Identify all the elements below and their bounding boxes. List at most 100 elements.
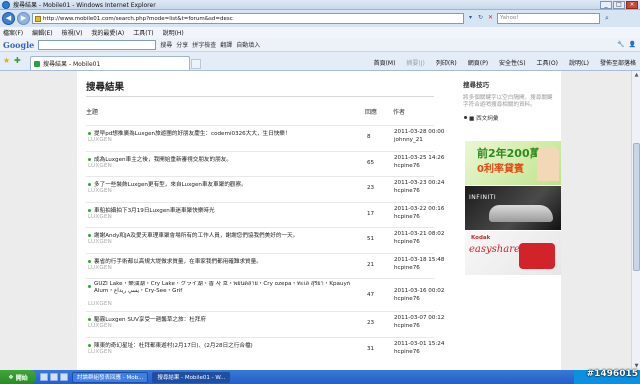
vertical-scrollbar[interactable]: ▲ ▼ [631, 71, 640, 370]
result-date: 2011-03-21 08:02 [394, 231, 445, 237]
google-translate-button[interactable]: 翻譯 [220, 40, 232, 49]
search-icon[interactable]: ⌕ [602, 14, 612, 24]
menu-edit[interactable]: 編輯(E) [32, 28, 52, 37]
cmd-page[interactable]: 網頁(P) [468, 58, 488, 67]
google-share-button[interactable]: 分享 [176, 40, 188, 49]
result-author-link[interactable]: johnny_21 [394, 137, 423, 143]
result-author-link[interactable]: hcpine76 [394, 239, 420, 245]
cmd-home[interactable]: 首頁(M) [374, 58, 396, 67]
result-title-link[interactable]: 陳東的奇幻星址：杜拜都東遊村(2月17日)、(2月28日之行合檔) [94, 341, 358, 349]
result-forum-link[interactable]: LUXGEN [88, 163, 112, 169]
google-search-button[interactable]: 搜尋 [160, 40, 172, 49]
result-forum-link[interactable]: LUXGEN [88, 239, 112, 245]
loan-ad-banner[interactable]: 前2年200萬 0利率貸賓 [465, 141, 561, 185]
google-autofill-button[interactable]: 自動填入 [236, 40, 260, 49]
menu-favorites[interactable]: 我的最愛(A) [91, 28, 124, 37]
mobile01-favicon-icon [34, 60, 40, 67]
taskbar-item-label: 搜尋結果 - Mobile01 - W... [157, 375, 226, 381]
result-author-link[interactable]: hcpine76 [394, 265, 420, 271]
scroll-up-icon[interactable]: ▲ [633, 71, 640, 79]
result-forum-link[interactable]: LUXGEN [88, 323, 112, 329]
camera-ad-banner[interactable]: Kodak easyshare [465, 231, 561, 275]
url-input[interactable]: http://www.mobile01.com/search.php?mode=… [32, 13, 464, 24]
tips-link[interactable]: ■ 西文詞彙 [463, 114, 561, 122]
result-row: GUZI Lake・樂油湖・Cry Lake・クライ湖・香 자 호・พยนตล่… [86, 278, 444, 311]
stop-icon[interactable]: ✕ [486, 14, 495, 23]
google-spellcheck-button[interactable]: 拼字檢查 [192, 40, 216, 49]
search-input[interactable]: Yahoo! [497, 13, 600, 24]
new-tab-button[interactable] [191, 59, 201, 69]
result-author-link[interactable]: hcpine76 [394, 214, 420, 220]
forward-button[interactable]: ▶ [17, 12, 30, 25]
result-date: 2011-03-16 00:02 [394, 288, 445, 294]
result-title-link[interactable]: 車船拍攝拍下3月19日Luxgen車迷車聚快樂時光 [94, 206, 358, 214]
google-logo: Google [3, 39, 35, 50]
add-favorites-icon[interactable]: ✚ [14, 57, 21, 65]
result-author-link[interactable]: hcpine76 [394, 163, 420, 169]
result-replies: 23 [367, 320, 375, 326]
quick-launch-ie-icon[interactable] [40, 373, 48, 381]
result-forum-link[interactable]: LUXGEN [88, 188, 112, 194]
bullet-icon [88, 343, 91, 347]
tips-text: 將多個關鍵字以空白隔開，搜尋關鍵字符合遊哨搜尋相關的資料。 [463, 95, 553, 109]
start-button[interactable]: ❖ 開始 [0, 370, 36, 384]
back-button[interactable]: ◀ [2, 12, 15, 25]
google-search-input[interactable] [38, 39, 157, 50]
page-content: 搜尋結果 主題 回應 作者 提早pd想推廣為Luxgen旅遊團的好朋友慶生：co… [77, 71, 561, 370]
wrench-icon[interactable]: 🔧 [617, 41, 624, 48]
search-results: 搜尋結果 主題 回應 作者 提早pd想推廣為Luxgen旅遊團的好朋友慶生：co… [86, 79, 444, 362]
result-author-link[interactable]: hcpine76 [394, 323, 420, 329]
taskbar-item-reply[interactable]: 討論群組發表回應 - Mob... [72, 371, 149, 383]
menu-view[interactable]: 檢視(V) [62, 28, 83, 37]
result-date: 2011-03-22 00:16 [394, 205, 445, 212]
quick-launch-media-icon[interactable] [60, 373, 68, 381]
result-title-link[interactable]: GUZI Lake・樂油湖・Cry Lake・クライ湖・香 자 호・พยนตล่… [94, 281, 358, 295]
result-title-link[interactable]: 驅霧Luxgen SUV享受一趟馨草之旅：杜拜府 [94, 315, 358, 323]
result-author-link[interactable]: hcpine76 [394, 349, 420, 355]
menu-file[interactable]: 檔案(F) [3, 28, 23, 37]
result-forum-link[interactable]: LUXGEN [88, 137, 112, 143]
result-author-link[interactable]: hcpine76 [394, 296, 420, 302]
menu-tools[interactable]: 工具(T) [133, 28, 153, 37]
cmd-help[interactable]: 說明(L) [569, 58, 589, 67]
result-forum-link[interactable]: LUXGEN [88, 349, 112, 355]
taskbar-item-search[interactable]: 搜尋結果 - Mobile01 - W... [152, 371, 231, 383]
result-title-link[interactable]: 裏省的行手術都以高規大堤做求質量，在車家我們都用確難求質量。 [94, 257, 358, 265]
cmd-feeds[interactable]: 摘要(J) [406, 58, 424, 67]
result-forum-link[interactable]: LUXGEN [88, 214, 112, 220]
minimize-button[interactable]: _ [600, 1, 612, 9]
result-forum-link[interactable]: LUXGEN [88, 265, 112, 271]
cmd-print[interactable]: 列印(R) [436, 58, 457, 67]
cmd-safety[interactable]: 安全性(S) [499, 58, 526, 67]
tips-title: 搜尋技巧 [463, 81, 489, 89]
google-toolbar-right: 🔧 👤 [617, 41, 636, 48]
cmd-tools[interactable]: 工具(O) [537, 58, 558, 67]
user-icon[interactable]: 👤 [629, 41, 636, 48]
cmd-blog[interactable]: 發佈至部落格 [600, 58, 636, 67]
refresh-icon[interactable]: ↻ [476, 14, 485, 23]
bullet-icon [88, 318, 91, 321]
result-title-link[interactable]: 多了一些裝飾Luxgen更有型，來自Luxgen車友車聚的觀察。 [94, 180, 358, 188]
quick-launch-desktop-icon[interactable] [50, 373, 58, 381]
search-tips: 搜尋技巧 將多個關鍵字以空白隔開，搜尋關鍵字符合遊哨搜尋相關的資料。 ■ 西文詞… [463, 79, 561, 122]
result-title-link[interactable]: 成為Luxgen車主之後，我開始重新審視交朋友的朋友。 [94, 155, 358, 163]
result-title-link[interactable]: 提早pd想推廣為Luxgen旅遊團的好朋友慶生：codemi0326大大，生日快… [94, 129, 358, 137]
result-row: 謝謝Andy和JA及愛天車理車聚會場所有的工作人員，謝謝您們協我們美好的一天。 … [86, 227, 444, 253]
close-button[interactable]: × [626, 1, 638, 9]
window-title: 搜尋結果 - Mobile01 - Windows Internet Explo… [13, 2, 156, 9]
ad-camera-image [519, 243, 555, 269]
scroll-thumb[interactable] [633, 143, 640, 271]
result-author-link[interactable]: hcpine76 [394, 188, 420, 194]
result-row: 成為Luxgen車主之後，我開始重新審視交朋友的朋友。 LUXGEN 65 20… [86, 150, 444, 177]
ad-logo: Kodak [471, 235, 491, 241]
car-ad-banner[interactable]: INFINITI [465, 186, 561, 230]
tab-search-results[interactable]: 搜尋結果 - Mobile01 [30, 56, 190, 70]
menu-bar: 檔案(F) 編輯(E) 檢視(V) 我的最愛(A) 工具(T) 說明(H) [0, 27, 640, 38]
maximize-button[interactable]: □ [613, 1, 625, 9]
menu-help[interactable]: 說明(H) [163, 28, 184, 37]
dropdown-icon[interactable]: ▾ [466, 14, 475, 23]
result-title-link[interactable]: 謝謝Andy和JA及愛天車理車聚會場所有的工作人員，謝謝您們協我們美好的一天。 [94, 231, 358, 239]
windows-logo-icon: ❖ [8, 373, 14, 381]
favorites-star-icon[interactable]: ★ [3, 57, 10, 65]
result-forum-link[interactable]: LUXGEN [88, 301, 112, 307]
